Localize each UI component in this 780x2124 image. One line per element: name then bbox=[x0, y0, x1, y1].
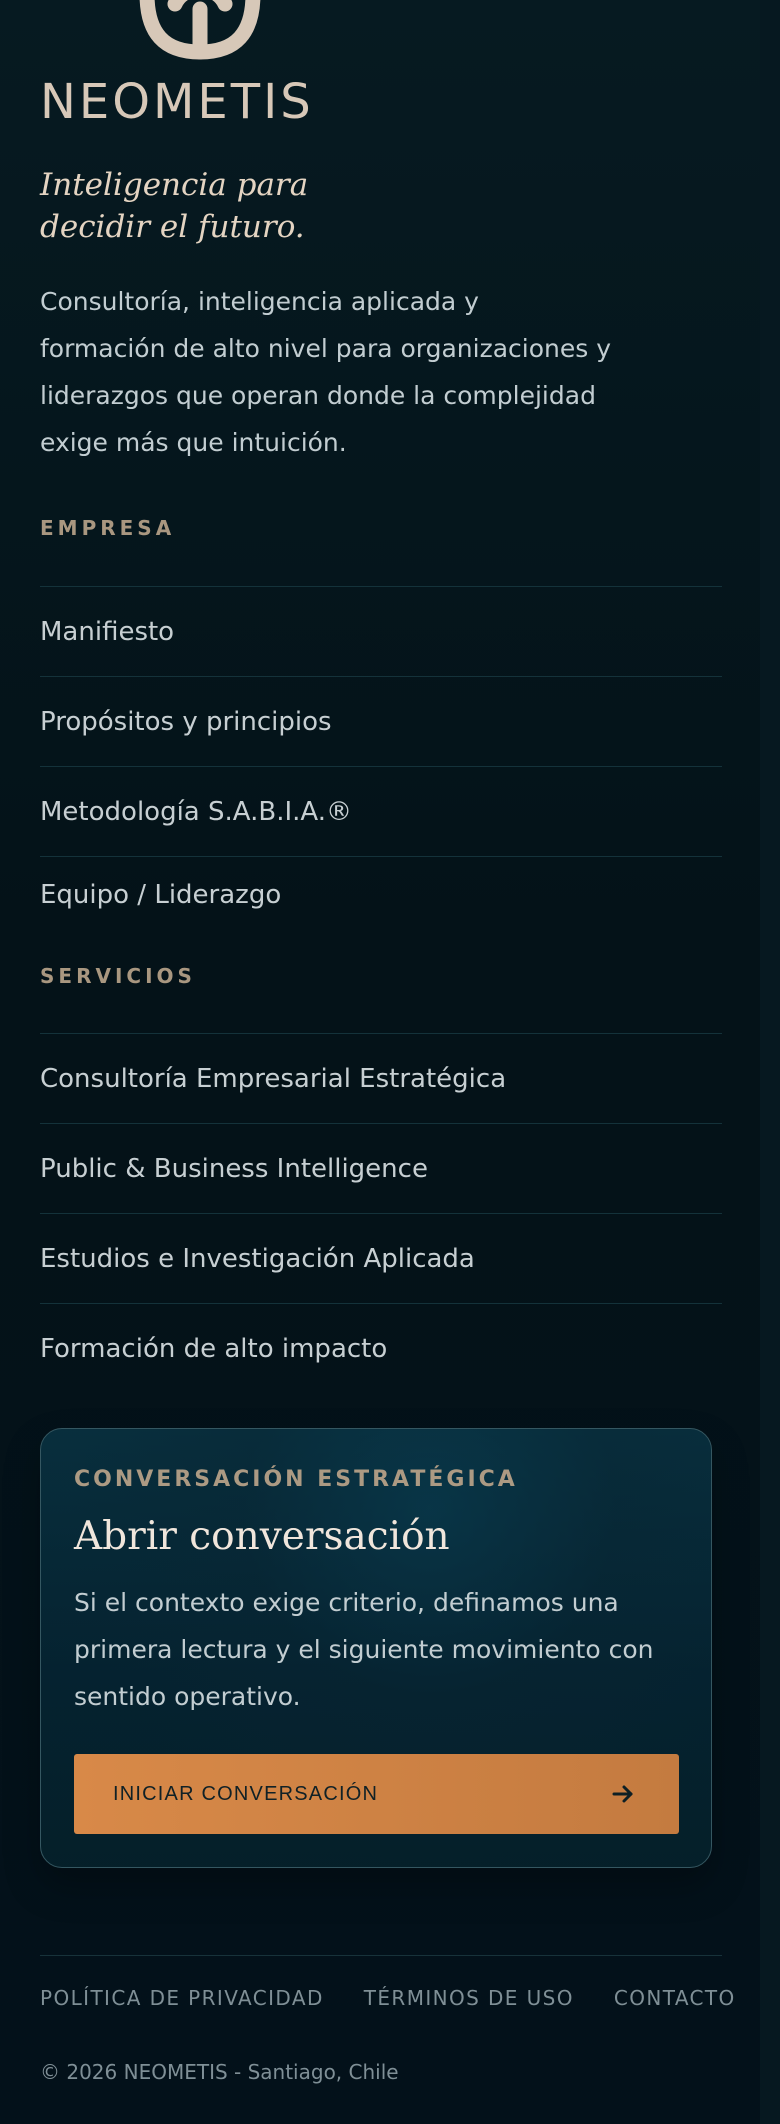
cta-description-line: sentido operativo. bbox=[74, 1682, 301, 1711]
service-link-training[interactable]: Formación de alto impacto bbox=[40, 1303, 722, 1393]
nav-item-label: Propósitos y principios bbox=[40, 706, 332, 737]
company-link-methodology[interactable]: Metodología S.A.B.I.A.® bbox=[40, 766, 722, 856]
strategic-conversation-card: CONVERSACIÓN ESTRATÉGICA Abrir conversac… bbox=[40, 1428, 712, 1868]
contact-link[interactable]: CONTACTO bbox=[614, 1986, 736, 2010]
nav-item-label: Metodología S.A.B.I.A.® bbox=[40, 796, 352, 827]
nav-item-label: Public & Business Intelligence bbox=[40, 1153, 428, 1184]
nav-item-label: Manifiesto bbox=[40, 616, 175, 647]
privacy-policy-link[interactable]: POLÍTICA DE PRIVACIDAD bbox=[40, 1986, 324, 2010]
service-link-intelligence[interactable]: Public & Business Intelligence bbox=[40, 1123, 722, 1213]
brand-tagline: Inteligencia para decidir el futuro. bbox=[40, 164, 320, 248]
services-links-list: Consultoría Empresarial Estratégica Publ… bbox=[40, 1033, 722, 1393]
company-link-team[interactable]: Equipo / Liderazgo bbox=[40, 856, 722, 932]
description-line: Consultoría, inteligencia aplicada y bbox=[40, 287, 479, 316]
cta-description-line: Si el contexto exige criterio, definamos… bbox=[74, 1588, 619, 1617]
start-conversation-button[interactable]: INICIAR CONVERSACIÓN bbox=[74, 1754, 679, 1834]
copyright-text: © 2026 NEOMETIS - Santiago, Chile bbox=[40, 2060, 399, 2084]
company-section-title: EMPRESA bbox=[40, 516, 176, 540]
cta-description-line: primera lectura y el siguiente movimient… bbox=[74, 1635, 654, 1664]
company-links-list: Manifiesto Propósitos y principios Metod… bbox=[40, 586, 722, 932]
brand-description: Consultoría, inteligencia aplicada y for… bbox=[40, 278, 670, 466]
neometis-wordmark: NEOMETIS bbox=[40, 74, 314, 130]
company-link-manifest[interactable]: Manifiesto bbox=[40, 586, 722, 676]
description-line: exige más que intuición. bbox=[40, 428, 347, 457]
cta-title: Abrir conversación bbox=[74, 1514, 450, 1559]
terms-of-use-link[interactable]: TÉRMINOS DE USO bbox=[364, 1986, 574, 2010]
nav-item-label: Equipo / Liderazgo bbox=[40, 879, 282, 910]
nav-item-label: Formación de alto impacto bbox=[40, 1333, 388, 1364]
services-section-title: SERVICIOS bbox=[40, 964, 196, 988]
start-conversation-label: INICIAR CONVERSACIÓN bbox=[113, 1782, 379, 1805]
page-edge-shadow bbox=[760, 0, 780, 2124]
service-link-research[interactable]: Estudios e Investigación Aplicada bbox=[40, 1213, 722, 1303]
nav-item-label: Consultoría Empresarial Estratégica bbox=[40, 1063, 507, 1094]
cta-description: Si el contexto exige criterio, definamos… bbox=[74, 1579, 684, 1720]
legal-links: POLÍTICA DE PRIVACIDAD TÉRMINOS DE USO C… bbox=[40, 1986, 736, 2010]
description-line: formación de alto nivel para organizacio… bbox=[40, 334, 612, 363]
footer-page: NEOMETIS Inteligencia para decidir el fu… bbox=[0, 0, 760, 2124]
cta-kicker: CONVERSACIÓN ESTRATÉGICA bbox=[74, 1467, 518, 1492]
tagline-line: decidir el futuro. bbox=[40, 209, 305, 245]
arrow-right-icon bbox=[612, 1785, 633, 1803]
tagline-line: Inteligencia para bbox=[40, 167, 309, 203]
nav-item-label: Estudios e Investigación Aplicada bbox=[40, 1243, 475, 1274]
description-line: liderazgos que operan donde la complejid… bbox=[40, 381, 596, 410]
service-link-strategy[interactable]: Consultoría Empresarial Estratégica bbox=[40, 1033, 722, 1123]
company-link-purposes[interactable]: Propósitos y principios bbox=[40, 676, 722, 766]
footer-divider bbox=[40, 1955, 722, 1956]
